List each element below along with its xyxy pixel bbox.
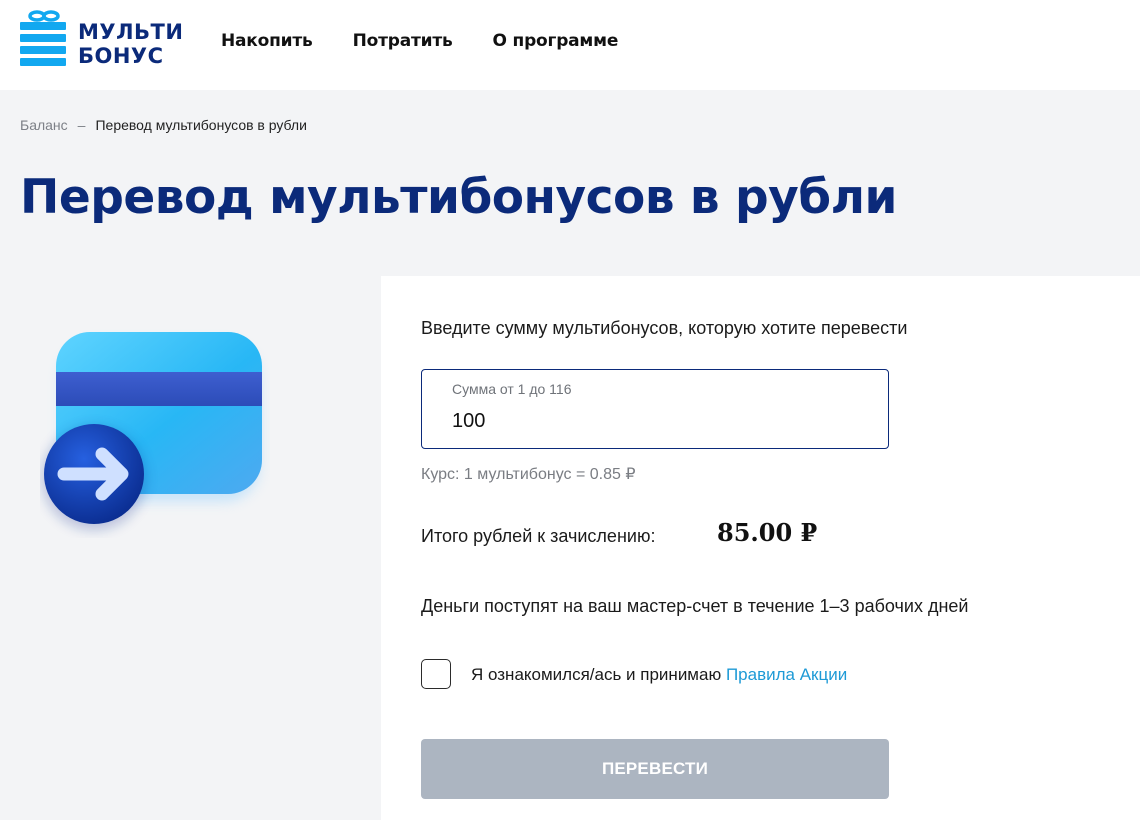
total-label: Итого рублей к зачислению: bbox=[421, 526, 656, 546]
breadcrumb-separator: – bbox=[77, 117, 86, 133]
card-transfer-illustration bbox=[40, 328, 270, 543]
breadcrumb-balance-link[interactable]: Баланс bbox=[20, 117, 68, 133]
gift-icon bbox=[20, 10, 66, 66]
brand-logo[interactable]: МУЛЬТИ БОНУС bbox=[20, 10, 190, 70]
rules-link[interactable]: Правила Акции bbox=[726, 665, 847, 684]
brand-wordmark: МУЛЬТИ БОНУС bbox=[78, 20, 183, 68]
breadcrumb-current: Перевод мультибонусов в рубли bbox=[95, 117, 307, 133]
transfer-button[interactable]: ПЕРЕВЕСТИ bbox=[421, 739, 889, 799]
agree-checkbox[interactable] bbox=[421, 659, 451, 689]
transfer-notice: Деньги поступят на ваш мастер-счет в теч… bbox=[421, 596, 969, 616]
nav-item-spend[interactable]: Потратить bbox=[353, 31, 453, 51]
page-title: Перевод мультибонусов в рубли bbox=[20, 170, 898, 225]
brand-line-2: БОНУС bbox=[78, 44, 164, 68]
transfer-form-panel: Введите сумму мультибонусов, которую хот… bbox=[381, 276, 1140, 820]
brand-line-1: МУЛЬТИ bbox=[78, 20, 184, 44]
card-arrow-icon bbox=[42, 332, 262, 530]
main-nav: Накопить Потратить О программе bbox=[221, 31, 618, 51]
amount-prompt: Введите сумму мультибонусов, которую хот… bbox=[421, 318, 908, 338]
amount-field-label: Сумма от 1 до 116 bbox=[452, 381, 572, 397]
amount-field[interactable]: Сумма от 1 до 116 bbox=[421, 369, 889, 449]
breadcrumb: Баланс – Перевод мультибонусов в рубли bbox=[20, 117, 307, 133]
nav-item-about[interactable]: О программе bbox=[493, 31, 619, 51]
agree-text: Я ознакомился/ась и принимаю Правила Акц… bbox=[471, 665, 847, 685]
exchange-rate: Курс: 1 мультибонус = 0.85 ₽ bbox=[421, 466, 636, 483]
agree-text-label: Я ознакомился/ась и принимаю bbox=[471, 665, 722, 684]
nav-item-accumulate[interactable]: Накопить bbox=[221, 31, 313, 51]
site-header: МУЛЬТИ БОНУС Накопить Потратить О програ… bbox=[0, 0, 1140, 90]
amount-input[interactable] bbox=[452, 410, 852, 433]
total-value: 85.00 ₽ bbox=[717, 518, 818, 547]
